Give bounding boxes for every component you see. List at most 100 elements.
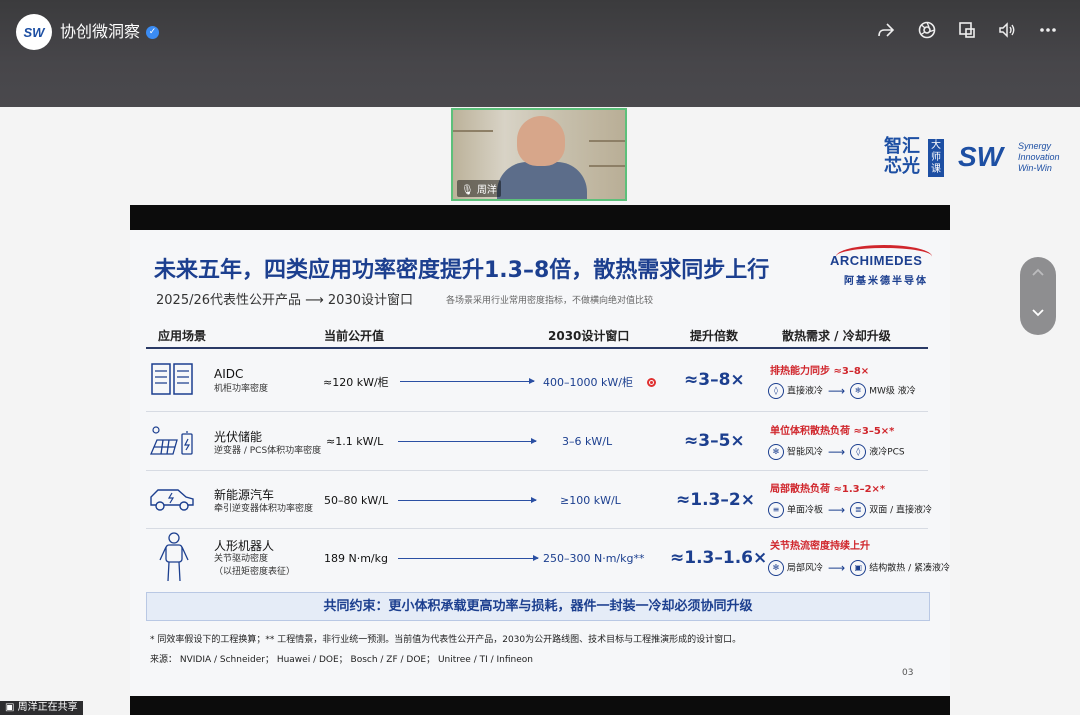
row-name: 人形机器人 xyxy=(214,539,275,553)
brand-en-1: Synergy xyxy=(1018,141,1052,151)
brand-logo: 智汇芯光 大师课 SW Synergy Innovation Win-Win xyxy=(884,137,1064,179)
shelf xyxy=(589,165,625,167)
row-cooling: ✻ 局部风冷 ⟶ ▣ 结构散热 / 紧凑液冷 xyxy=(768,560,950,576)
arrow-right-icon: ⟶ xyxy=(828,384,846,398)
double-plate-icon: ≣ xyxy=(850,502,867,518)
company-logo: ARCHIMEDES 阿基米德半导体 xyxy=(830,245,936,287)
chevron-down-icon[interactable] xyxy=(1020,296,1056,335)
server-rack-icon xyxy=(150,362,194,403)
brand-en-2: Innovation xyxy=(1018,152,1060,162)
row-mult: ≈3–5× xyxy=(684,431,745,451)
row-name: 新能源汽车 xyxy=(214,488,275,502)
row-need: 排热能力同步 ≈3–8× xyxy=(770,366,870,377)
row-current: ≈120 kW/柜 xyxy=(323,376,389,389)
row-current: ≈1.1 kW/L xyxy=(326,435,384,448)
droplet-icon: ◊ xyxy=(850,444,867,460)
channel-logo[interactable]: SW xyxy=(16,14,52,50)
row-name: AIDC xyxy=(214,367,244,381)
share-status-text: 周洋正在共享 xyxy=(17,702,78,713)
row-target: 400–1000 kW/柜 xyxy=(543,376,633,389)
company-en: ARCHIMEDES xyxy=(830,253,923,268)
cooling-from: 局部风冷 xyxy=(787,563,824,574)
camera-name-label: 🎙 周洋 xyxy=(457,180,501,197)
row-mult: ≈1.3–1.6× xyxy=(670,548,768,568)
row-need: 局部散热负荷 ≈1.3–2×* xyxy=(770,484,886,495)
droplet-icon: ◊ xyxy=(768,383,784,399)
pip-icon[interactable] xyxy=(955,20,979,44)
cooling-from: 单面冷板 xyxy=(787,505,824,516)
page-number: 03 xyxy=(902,668,914,678)
sources: 来源： NVIDIA / Schneider； Huawei / DOE； Bo… xyxy=(150,655,533,665)
row-need: 单位体积散热负荷 ≈3–5×* xyxy=(770,426,895,437)
slide-letterbox-bottom xyxy=(130,696,950,715)
brand-en: Synergy Innovation Win-Win xyxy=(1018,141,1060,174)
presenter-head xyxy=(517,116,565,166)
channel-header: SW 协创微洞察 ✓ xyxy=(0,0,1080,107)
row-target: ≥100 kW/L xyxy=(560,494,621,507)
col-header-scene: 应用场景 xyxy=(158,329,207,343)
row-desc: 关节驱动密度 xyxy=(214,554,269,564)
row-cooling: ◊ 直接液冷 ⟶ ❄ MW级 液冷 xyxy=(768,383,916,399)
cooling-to: 双面 / 直接液冷 xyxy=(869,505,932,516)
brand-zh: 智汇芯光 xyxy=(884,136,920,177)
share-status-bar: ▣ 周洋正在共享 xyxy=(0,701,83,715)
row-desc: 牵引逆变器体积功率密度 xyxy=(214,504,314,514)
slide-note: 各场景采用行业常用密度指标，不做横向绝对值比较 xyxy=(446,296,654,306)
presenter-camera[interactable]: 🎙 周洋 xyxy=(451,108,627,201)
row-arrow xyxy=(400,378,535,384)
row-current: 189 N·m/kg xyxy=(324,552,388,565)
row-desc: 逆变器 / PCS体积功率密度 xyxy=(214,446,322,456)
arrow-right-icon: ⟶ xyxy=(828,561,846,575)
share-icon[interactable] xyxy=(874,20,898,44)
chip-icon: ▣ xyxy=(850,560,867,576)
slide-subtitle: 2025/26代表性公开产品 ⟶ 2030设计窗口 xyxy=(156,293,413,308)
chevron-up-icon[interactable] xyxy=(1020,257,1056,296)
volume-icon[interactable] xyxy=(995,20,1019,44)
cooling-from: 智能风冷 xyxy=(787,447,824,458)
slide-letterbox-top xyxy=(130,205,950,230)
logo-text: SW xyxy=(23,24,45,40)
verified-icon: ✓ xyxy=(146,26,159,39)
cold-plate-icon: ≡ xyxy=(768,502,784,518)
row-desc-2: （以扭矩密度表征） xyxy=(214,567,296,577)
row-target: 3–6 kW/L xyxy=(562,435,613,448)
col-header-cooling: 散热需求 / 冷却升级 xyxy=(782,329,891,343)
cooling-to: 液冷PCS xyxy=(869,447,905,458)
cooling-from: 直接液冷 xyxy=(787,386,824,397)
row-current: 50–80 kW/L xyxy=(324,494,389,507)
fan-icon: ✻ xyxy=(768,444,784,460)
screen-share-icon: ▣ xyxy=(5,702,15,713)
brand-badge: 大师课 xyxy=(928,139,944,177)
shared-slide: 未来五年，四类应用功率密度提升1.3–8倍，散热需求同步上行 2025/26代表… xyxy=(130,230,950,696)
camera-icon[interactable] xyxy=(915,20,939,44)
row-mult: ≈1.3–2× xyxy=(676,490,755,510)
row-target: 250–300 N·m/kg** xyxy=(543,552,645,565)
presenter-body xyxy=(497,162,587,199)
header-rule xyxy=(146,347,928,349)
mic-icon: 🎙 xyxy=(461,185,474,196)
slide-title: 未来五年，四类应用功率密度提升1.3–8倍，散热需求同步上行 xyxy=(154,258,770,283)
more-icon[interactable] xyxy=(1036,20,1060,44)
slide-scroll-control[interactable] xyxy=(1020,257,1056,335)
fan-icon: ✻ xyxy=(768,560,784,576)
row-cooling: ✻ 智能风冷 ⟶ ◊ 液冷PCS xyxy=(768,444,905,460)
company-zh: 阿基米德半导体 xyxy=(844,276,928,287)
row-mult: ≈3–8× xyxy=(684,370,745,390)
arrow-right-icon: ⟶ xyxy=(828,503,846,517)
row-desc: 机柜功率密度 xyxy=(214,384,269,394)
row-divider xyxy=(146,528,928,529)
row-arrow xyxy=(398,438,537,444)
channel-name[interactable]: 协创微洞察 xyxy=(60,20,140,44)
shelf xyxy=(589,140,625,142)
row-arrow xyxy=(398,497,537,503)
row-arrow xyxy=(398,555,539,561)
col-header-mult: 提升倍数 xyxy=(690,329,739,343)
humanoid-robot-icon xyxy=(152,532,196,591)
footnote: * 同效率假设下的工程换算；** 工程情景，非行业统一预测。当前值为代表性公开产… xyxy=(150,635,742,645)
row-divider xyxy=(146,470,928,471)
electric-car-icon xyxy=(148,483,194,520)
arrow-right-icon: ⟶ xyxy=(828,445,846,459)
brand-en-3: Win-Win xyxy=(1018,163,1052,173)
row-name: 光伏储能 xyxy=(214,430,263,444)
consensus-banner: 共同约束：更小体积承载更高功率与损耗，器件一封装一冷却必须协同升级 xyxy=(146,592,930,621)
